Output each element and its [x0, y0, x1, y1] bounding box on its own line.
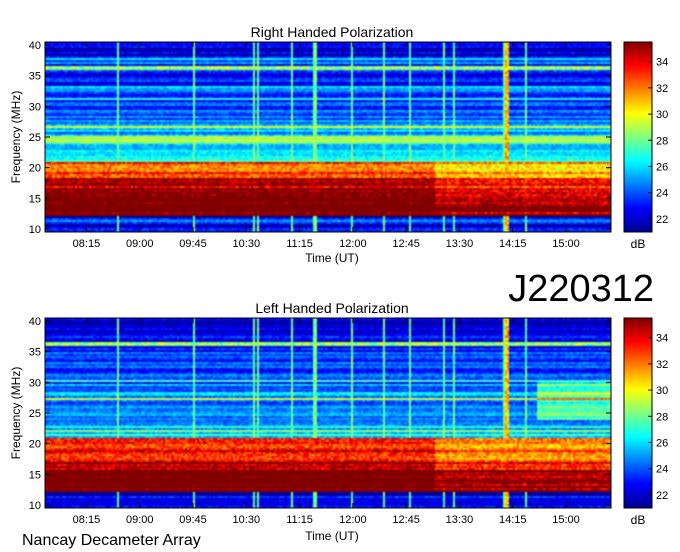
x-tick-label: 14:15	[499, 514, 527, 526]
colorbar-tick-label: 24	[656, 464, 668, 476]
x-tick-label: 09:45	[179, 514, 207, 526]
y-tick-label: 30	[29, 101, 41, 113]
colorbar-tick-label: 26	[656, 437, 668, 449]
right-polarization-panel: Right Handed Polarization 10 15 20 25 30 35 40…	[9, 24, 612, 265]
y-tick-label: 20	[29, 163, 41, 175]
colorbar-tick-label: 24	[656, 188, 668, 200]
y-tick-label: 10	[29, 224, 41, 236]
x-tick-label: 11:15	[286, 238, 313, 250]
x-tick-label: 10:30	[233, 238, 261, 250]
x-tick-label: 09:00	[126, 514, 154, 526]
y-tick-label: 40	[29, 316, 41, 328]
y-tick-label: 35	[29, 347, 41, 359]
x-tick-label: 15:00	[552, 514, 580, 526]
x-tick-label: 12:00	[339, 514, 367, 526]
x-tick-label: 10:30	[233, 514, 261, 526]
colorbar-tick-label: 34	[656, 333, 668, 345]
y-tick-label: 10	[29, 500, 41, 512]
colorbar-unit: dB	[631, 513, 646, 527]
left-polarization-panel: Left Handed Polarization 10152025303540 …	[9, 300, 612, 543]
colorbar-tick-label: 28	[656, 411, 668, 423]
observation-code: J220312	[508, 268, 654, 310]
spectrogram-figure: Right Handed Polarization 10 15 20 25 30 35 40…	[9, 24, 668, 549]
colorbar-gradient	[623, 317, 653, 509]
x-tick-label: 15:00	[552, 238, 580, 250]
y-tick-label: 15	[29, 193, 41, 205]
colorbar-tick-label: 28	[656, 135, 668, 147]
y-axis-label: Frequency (MHz)	[9, 367, 23, 460]
y-tick-label: 15	[29, 469, 41, 481]
x-tick-label: 13:30	[446, 238, 474, 250]
colorbar-tick-label: 30	[656, 385, 668, 397]
colorbar-right: 22 24 26 28 30 32 34 dB	[623, 41, 668, 251]
y-tick-label: 30	[29, 377, 41, 389]
x-tick-label: 12:00	[339, 238, 367, 250]
y-tick-label: 40	[29, 40, 41, 52]
colorbar-tick-label: 22	[656, 490, 668, 502]
x-tick-label: 08:15	[73, 238, 101, 250]
x-axis-label: Time (UT)	[305, 529, 359, 543]
y-axis-label: Frequency (MHz)	[9, 91, 23, 184]
observatory-name: Nancay Decameter Array	[22, 532, 201, 549]
y-tick-label: 25	[29, 408, 41, 420]
panel-title: Right Handed Polarization	[251, 24, 414, 40]
colorbar-tick-label: 26	[656, 161, 668, 173]
y-tick-label: 35	[29, 71, 41, 83]
x-axis-label: Time (UT)	[305, 251, 359, 265]
colorbar-tick-label: 30	[656, 109, 668, 121]
x-tick-label: 14:15	[499, 238, 527, 250]
x-tick-label: 11:15	[286, 514, 313, 526]
x-tick-label: 12:45	[392, 238, 420, 250]
spectrogram-image	[45, 42, 611, 232]
x-tick-label: 09:45	[179, 238, 207, 250]
colorbar-left: 22 24 26 28 30 32 34 dB	[623, 317, 668, 527]
y-tick-label: 20	[29, 439, 41, 451]
colorbar-tick-label: 22	[656, 214, 668, 226]
x-tick-label: 08:15	[73, 514, 101, 526]
x-tick-label: 09:00	[126, 238, 154, 250]
panel-title: Left Handed Polarization	[255, 300, 408, 316]
x-tick-label: 12:45	[392, 514, 420, 526]
colorbar-tick-label: 34	[656, 57, 668, 69]
y-tick-label: 25	[29, 132, 41, 144]
x-tick-label: 13:30	[446, 514, 474, 526]
spectrogram-image	[45, 318, 611, 508]
colorbar-unit: dB	[631, 237, 646, 251]
colorbar-tick-label: 32	[656, 83, 668, 95]
colorbar-gradient	[623, 41, 653, 233]
colorbar-tick-label: 32	[656, 359, 668, 371]
